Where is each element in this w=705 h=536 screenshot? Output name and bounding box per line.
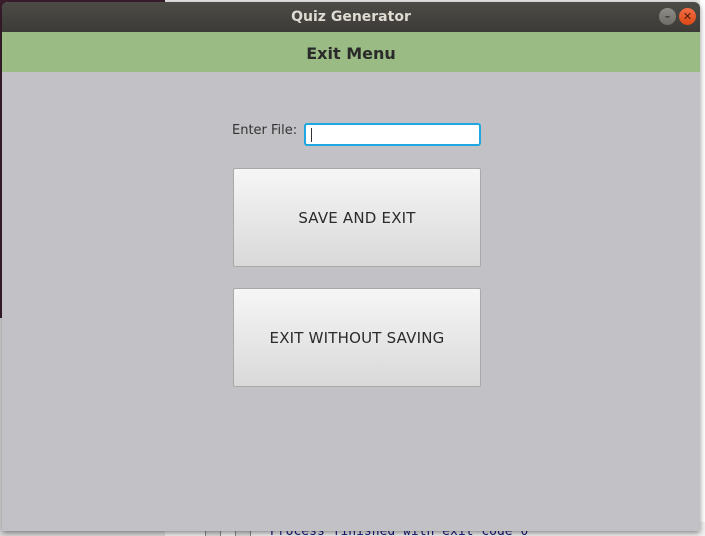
minimize-button[interactable]: – xyxy=(659,8,676,25)
background-editor-edge xyxy=(700,0,705,536)
close-button[interactable]: ✕ xyxy=(679,8,696,25)
close-icon: ✕ xyxy=(682,10,693,23)
window-titlebar[interactable]: Quiz Generator – ✕ xyxy=(2,2,700,32)
minimize-icon: – xyxy=(664,10,671,23)
quiz-generator-window: Quiz Generator – ✕ Exit Menu Enter File:… xyxy=(2,2,700,531)
file-label: Enter File: xyxy=(232,123,298,138)
save-and-exit-button[interactable]: SAVE AND EXIT xyxy=(233,168,481,267)
exit-without-saving-button[interactable]: EXIT WITHOUT SAVING xyxy=(233,288,481,387)
exit-menu-header: Exit Menu xyxy=(2,32,700,72)
window-title: Quiz Generator xyxy=(291,9,411,25)
file-input[interactable] xyxy=(304,123,481,146)
page-title: Exit Menu xyxy=(306,44,396,63)
text-caret xyxy=(311,128,312,142)
